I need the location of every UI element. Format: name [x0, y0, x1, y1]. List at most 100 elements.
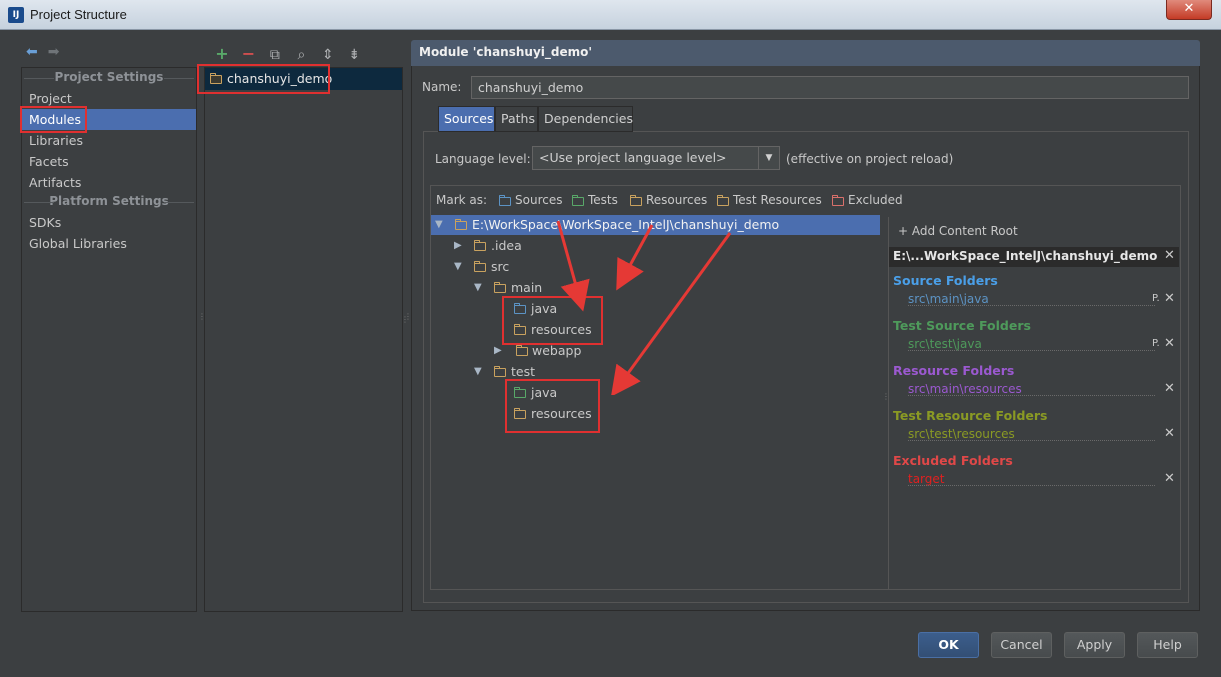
ok-button[interactable]: OK — [918, 632, 979, 658]
test-resource-folders-title: Test Resource Folders — [893, 408, 1048, 423]
tab-dependencies[interactable]: Dependencies — [538, 106, 633, 132]
help-button[interactable]: Help — [1137, 632, 1198, 658]
annotation-arrows — [556, 220, 732, 395]
intellij-app-icon: IJ — [8, 7, 24, 23]
sidebar-item-project[interactable]: Project — [22, 88, 196, 109]
path-divider — [908, 485, 1155, 486]
remove-folder-close-icon[interactable]: ✕ — [1164, 381, 1175, 396]
test-resources-folder-icon — [514, 408, 526, 419]
module-panel-header: Module 'chanshuyi_demo' — [411, 40, 1200, 66]
collapse-all-icon[interactable]: ⇟ — [343, 47, 365, 63]
language-level-note: (effective on project reload) — [786, 152, 954, 166]
sidebar-item-sdks[interactable]: SDKs — [22, 212, 196, 233]
source-folder-icon — [514, 303, 526, 314]
language-level-label: Language level: — [435, 152, 531, 166]
folder-icon — [455, 219, 467, 230]
sidebar-item-modules[interactable]: Modules — [22, 109, 196, 130]
folder-icon — [474, 240, 486, 251]
module-name-field[interactable]: chanshuyi_demo — [471, 76, 1189, 99]
sidebar-item-artifacts[interactable]: Artifacts — [22, 172, 196, 193]
tree-expand-icon[interactable]: ▼ — [474, 362, 482, 382]
resource-folders-title: Resource Folders — [893, 363, 1015, 378]
mark-as-excluded-button[interactable]: Excluded — [832, 193, 903, 207]
tree-expand-icon[interactable]: ▼ — [454, 257, 462, 277]
chevron-down-icon[interactable]: ▼ — [758, 147, 779, 169]
tree-expand-icon[interactable]: ▼ — [474, 278, 482, 298]
cancel-button[interactable]: Cancel — [991, 632, 1052, 658]
splitter-grip-left[interactable]: ⋮ — [198, 313, 206, 321]
module-toolbar: + − ⧉ ⌕ ⇕ ⇟ — [211, 44, 365, 63]
tree-row-label: resources — [531, 406, 592, 421]
name-label: Name: — [422, 80, 462, 94]
tab-sources[interactable]: Sources — [438, 106, 495, 132]
mark-label: Resources — [646, 193, 708, 207]
sidebar-item-global-libraries[interactable]: Global Libraries — [22, 233, 196, 254]
mark-label: Test Resources — [733, 193, 822, 207]
splitter-grip-roots[interactable]: ⋮ — [882, 393, 890, 401]
remove-folder-close-icon[interactable]: ✕ — [1164, 426, 1175, 441]
forward-arrow-icon[interactable]: ➡ — [48, 44, 60, 60]
apply-button[interactable]: Apply — [1064, 632, 1125, 658]
path-divider — [908, 395, 1155, 396]
source-folders-title: Source Folders — [893, 273, 998, 288]
mark-as-label: Mark as: — [436, 193, 488, 207]
language-level-select[interactable]: <Use project language level> ▼ — [532, 146, 780, 170]
test-source-folders-title: Test Source Folders — [893, 318, 1031, 333]
find-icon[interactable]: ⌕ — [290, 47, 312, 63]
module-list-item[interactable]: chanshuyi_demo — [205, 68, 402, 90]
resource-folder-path: src\main\resources — [908, 382, 1022, 396]
splitter-grip-right[interactable]: ⋮ — [404, 313, 412, 321]
excluded-folder-path: target — [908, 472, 945, 486]
tree-expand-icon[interactable]: ▶ — [494, 341, 502, 361]
window-close-button[interactable]: ✕ — [1166, 0, 1212, 20]
module-folder-icon — [210, 73, 222, 84]
back-arrow-icon[interactable]: ⬅ — [26, 44, 38, 60]
mark-as-resources-button[interactable]: Resources — [630, 193, 707, 207]
mark-as-test-resources-button[interactable]: Test Resources — [717, 193, 822, 207]
platform-settings-header: Platform Settings — [22, 194, 196, 208]
sidebar-item-facets[interactable]: Facets — [22, 151, 196, 172]
mark-label: Tests — [588, 193, 618, 207]
tree-row-label: src — [491, 259, 510, 274]
remove-root-close-icon[interactable]: ✕ — [1164, 248, 1175, 263]
excluded-folders-title: Excluded Folders — [893, 453, 1013, 468]
content-root-path: E:\...WorkSpace_IntelJ\chanshuyi_demo — [889, 247, 1179, 267]
remove-folder-close-icon[interactable]: ✕ — [1164, 471, 1175, 486]
tree-row-label: .idea — [491, 238, 522, 253]
project-settings-header: Project Settings — [22, 70, 196, 84]
folder-icon — [516, 345, 528, 356]
settings-sidebar: Project Settings Project Modules Librari… — [21, 67, 197, 612]
language-level-value: <Use project language level> — [539, 150, 727, 165]
tree-expand-icon[interactable]: ▶ — [454, 236, 462, 256]
folder-icon — [494, 282, 506, 293]
remove-folder-close-icon[interactable]: ✕ — [1164, 291, 1175, 306]
add-content-root-button[interactable]: + Add Content Root — [898, 224, 1018, 238]
test-source-folder-path: src\test\java — [908, 337, 982, 351]
sidebar-item-libraries[interactable]: Libraries — [22, 130, 196, 151]
tests-folder-icon — [572, 195, 584, 206]
mark-label: Excluded — [848, 193, 903, 207]
window-title-bar: IJ Project Structure — [0, 0, 1221, 30]
remove-module-button[interactable]: − — [237, 44, 259, 63]
path-divider — [908, 350, 1155, 351]
copy-module-button[interactable]: ⧉ — [264, 47, 286, 63]
module-name: chanshuyi_demo — [227, 71, 333, 86]
tree-row-label: main — [511, 280, 543, 295]
remove-folder-close-icon[interactable]: ✕ — [1164, 336, 1175, 351]
nav-history-toolbar: ⬅ ➡ — [26, 44, 69, 60]
mark-as-tests-button[interactable]: Tests — [572, 193, 618, 207]
source-folder-path: src\main\java — [908, 292, 989, 306]
add-module-button[interactable]: + — [211, 44, 233, 63]
window-title: Project Structure — [30, 7, 127, 22]
path-divider — [908, 305, 1155, 306]
tab-paths[interactable]: Paths — [495, 106, 538, 132]
resources-folder-icon — [630, 195, 642, 206]
resources-folder-icon — [514, 324, 526, 335]
tree-expand-icon[interactable]: ▼ — [435, 215, 443, 235]
mark-label: Sources — [515, 193, 563, 207]
properties-icon[interactable]: P. — [1152, 293, 1160, 304]
expand-all-icon[interactable]: ⇕ — [317, 47, 339, 63]
test-resources-folder-icon — [717, 195, 729, 206]
mark-as-sources-button[interactable]: Sources — [499, 193, 562, 207]
properties-icon[interactable]: P. — [1152, 338, 1160, 349]
